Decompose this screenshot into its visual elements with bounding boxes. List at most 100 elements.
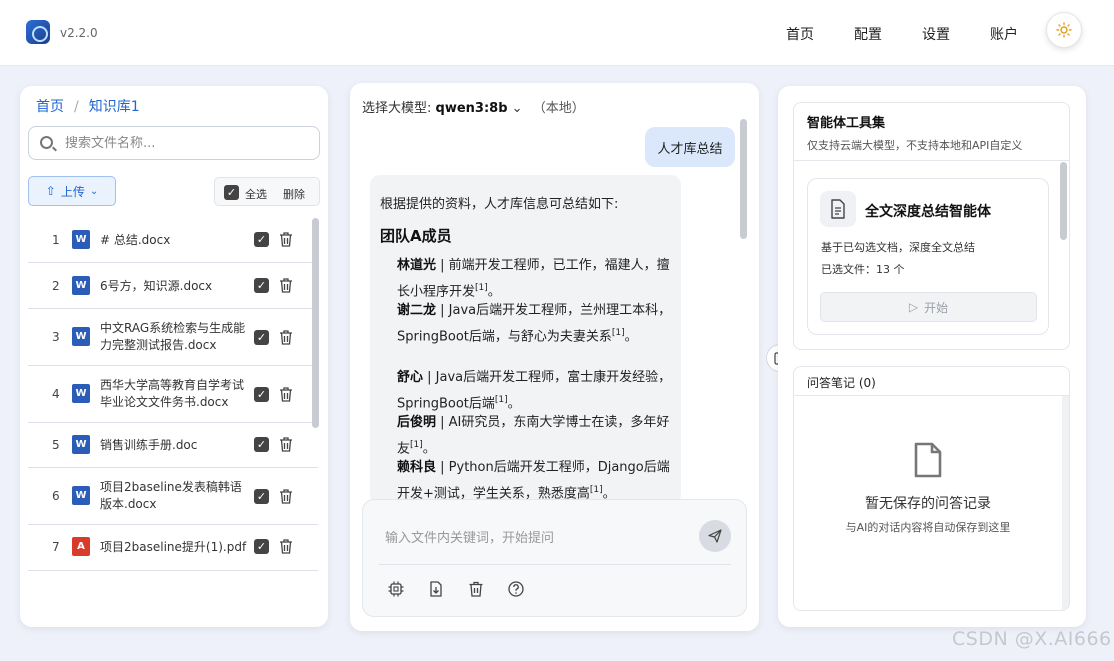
file-checkbox[interactable]: ✓: [254, 232, 269, 247]
file-name: 项目2baseline提升(1).pdf: [100, 540, 247, 554]
help-icon[interactable]: [507, 580, 525, 598]
breadcrumb-kb[interactable]: 知识库1: [89, 99, 140, 115]
file-row[interactable]: 7 A 项目2baseline提升(1).pdf ✓: [28, 525, 318, 571]
trash-icon[interactable]: [278, 436, 294, 453]
nav-account[interactable]: 账户: [990, 24, 1018, 44]
trash-icon[interactable]: [278, 231, 294, 248]
trash-icon[interactable]: [278, 386, 294, 403]
chip-icon[interactable]: [387, 580, 405, 598]
nav-config[interactable]: 配置: [854, 24, 882, 44]
model-label: 选择大模型:: [362, 101, 432, 116]
citation[interactable]: [1]: [590, 485, 603, 495]
person-desc: | Python后端开发工程师，Django后端开发+测试，学生关系，熟悉度高: [397, 460, 670, 502]
file-row[interactable]: 6 W 项目2baseline发表稿韩语版本.docx ✓: [28, 468, 318, 525]
bulk-delete-button[interactable]: 删除: [283, 186, 305, 202]
assistant-answer: 根据提供的资料，人才库信息可总结如下: 团队A成员 林道光 | 前端开发工程师，…: [370, 175, 681, 505]
file-index: 5: [52, 438, 60, 452]
nav-home[interactable]: 首页: [786, 24, 814, 44]
file-row[interactable]: 2 W 6号方，知识源.docx ✓: [28, 263, 318, 309]
upload-icon: ⇧: [45, 184, 56, 198]
download-file-icon[interactable]: [427, 580, 445, 598]
file-name: 中文RAG系统检索与生成能力完整测试报告.docx: [100, 321, 246, 352]
file-index: 7: [52, 540, 60, 554]
word-file-icon: W: [72, 435, 90, 454]
pdf-file-icon: A: [72, 537, 90, 556]
notes-scrollbar[interactable]: [1062, 396, 1069, 610]
file-checkbox[interactable]: ✓: [254, 330, 269, 345]
chat-scrollbar[interactable]: [740, 119, 747, 239]
agent-description: 基于已勾选文档，深度全文总结: [821, 241, 975, 254]
trash-icon[interactable]: [278, 329, 294, 346]
empty-document-icon: [914, 442, 942, 478]
word-file-icon: W: [72, 486, 90, 505]
user-message: 人才库总结: [645, 127, 735, 167]
citation[interactable]: [1]: [495, 395, 508, 405]
citation[interactable]: [1]: [612, 328, 625, 338]
file-index: 3: [52, 330, 60, 344]
question-input[interactable]: [385, 528, 675, 548]
bulk-actions: ✓ 全选 删除: [214, 177, 320, 206]
trash-icon[interactable]: [278, 488, 294, 505]
word-file-icon: W: [72, 384, 90, 403]
file-list-scrollbar[interactable]: [312, 218, 319, 428]
file-index: 1: [52, 233, 60, 247]
citation[interactable]: [1]: [475, 283, 488, 293]
select-all-checkbox[interactable]: ✓: [224, 185, 239, 200]
file-search-input[interactable]: [65, 133, 305, 153]
nav-settings[interactable]: 设置: [922, 24, 950, 44]
person-entry: 林道光 | 前端开发工程师，已工作，福建人，擅长小程序开发[1]。: [397, 255, 673, 303]
trash-icon[interactable]: [278, 277, 294, 294]
send-button[interactable]: [699, 520, 731, 552]
file-name: 项目2baseline发表稿韩语版本.docx: [100, 480, 242, 511]
sentence-end: 。: [422, 441, 436, 457]
qa-notes: 问答笔记 (0) 暂无保存的问答记录 与AI的对话内容将自动保存到这里: [793, 366, 1070, 611]
model-location: （本地）: [532, 101, 585, 116]
watermark: CSDN @X.AI666: [952, 628, 1112, 650]
trash-icon[interactable]: [467, 580, 485, 598]
file-row[interactable]: 3 W 中文RAG系统检索与生成能力完整测试报告.docx ✓: [28, 309, 318, 366]
toolset-divider: [794, 160, 1069, 161]
start-agent-button[interactable]: ▷ 开始: [820, 292, 1037, 322]
file-index: 4: [52, 387, 60, 401]
breadcrumb-separator: /: [74, 99, 79, 115]
file-row[interactable]: 1 W # 总结.docx ✓: [28, 217, 318, 263]
agent-icon-box: [820, 191, 856, 227]
upload-label: 上传: [60, 184, 85, 199]
answer-intro: 根据提供的资料，人才库信息可总结如下:: [380, 197, 619, 212]
file-checkbox[interactable]: ✓: [254, 489, 269, 504]
theme-toggle-button[interactable]: [1046, 12, 1082, 48]
app-logo: [26, 20, 50, 44]
person-name: 赖科良: [397, 460, 437, 475]
person-name: 舒心: [397, 370, 424, 385]
agent-panel: 智能体工具集 仅支持云端大模型，不支持本地和API自定义 全文深度总结智能体 基…: [778, 86, 1086, 627]
word-file-icon: W: [72, 276, 90, 295]
file-row[interactable]: 4 W 西华大学高等教育自学考试毕业论文文件务书.docx ✓: [28, 366, 318, 423]
person-desc: | 前端开发工程师，已工作，福建人，擅长小程序开发: [397, 258, 670, 300]
search-icon: [40, 136, 53, 149]
sentence-end: 。: [487, 284, 501, 300]
sentence-end: 。: [624, 329, 638, 345]
person-name: 林道光: [397, 258, 437, 273]
breadcrumb-home[interactable]: 首页: [36, 99, 64, 115]
person-name: 后俊明: [397, 415, 437, 430]
person-entry: 后俊明 | AI研究员，东南大学博士在读，多年好友[1]。: [397, 412, 673, 460]
select-all-label[interactable]: 全选: [245, 186, 267, 202]
file-name: 6号方，知识源.docx: [100, 279, 213, 293]
upload-button[interactable]: ⇧ 上传 ⌄: [28, 176, 116, 206]
file-index: 2: [52, 279, 60, 293]
file-checkbox[interactable]: ✓: [254, 437, 269, 452]
file-row[interactable]: 5 W 销售训练手册.doc ✓: [28, 423, 318, 468]
file-checkbox[interactable]: ✓: [254, 278, 269, 293]
notes-title: 问答笔记 (0): [807, 376, 876, 390]
file-name: 西华大学高等教育自学考试毕业论文文件务书.docx: [100, 378, 245, 409]
citation[interactable]: [1]: [410, 440, 423, 450]
trash-icon[interactable]: [278, 538, 294, 555]
model-selector[interactable]: 选择大模型: qwen3:8b ⌄ （本地）: [362, 97, 585, 116]
file-index: 6: [52, 489, 60, 503]
file-checkbox[interactable]: ✓: [254, 387, 269, 402]
file-checkbox[interactable]: ✓: [254, 539, 269, 554]
notes-empty-hint: 与AI的对话内容将自动保存到这里: [845, 521, 1011, 534]
toolset-scrollbar[interactable]: [1060, 162, 1067, 240]
word-file-icon: W: [72, 230, 90, 249]
model-name: qwen3:8b: [435, 101, 508, 116]
